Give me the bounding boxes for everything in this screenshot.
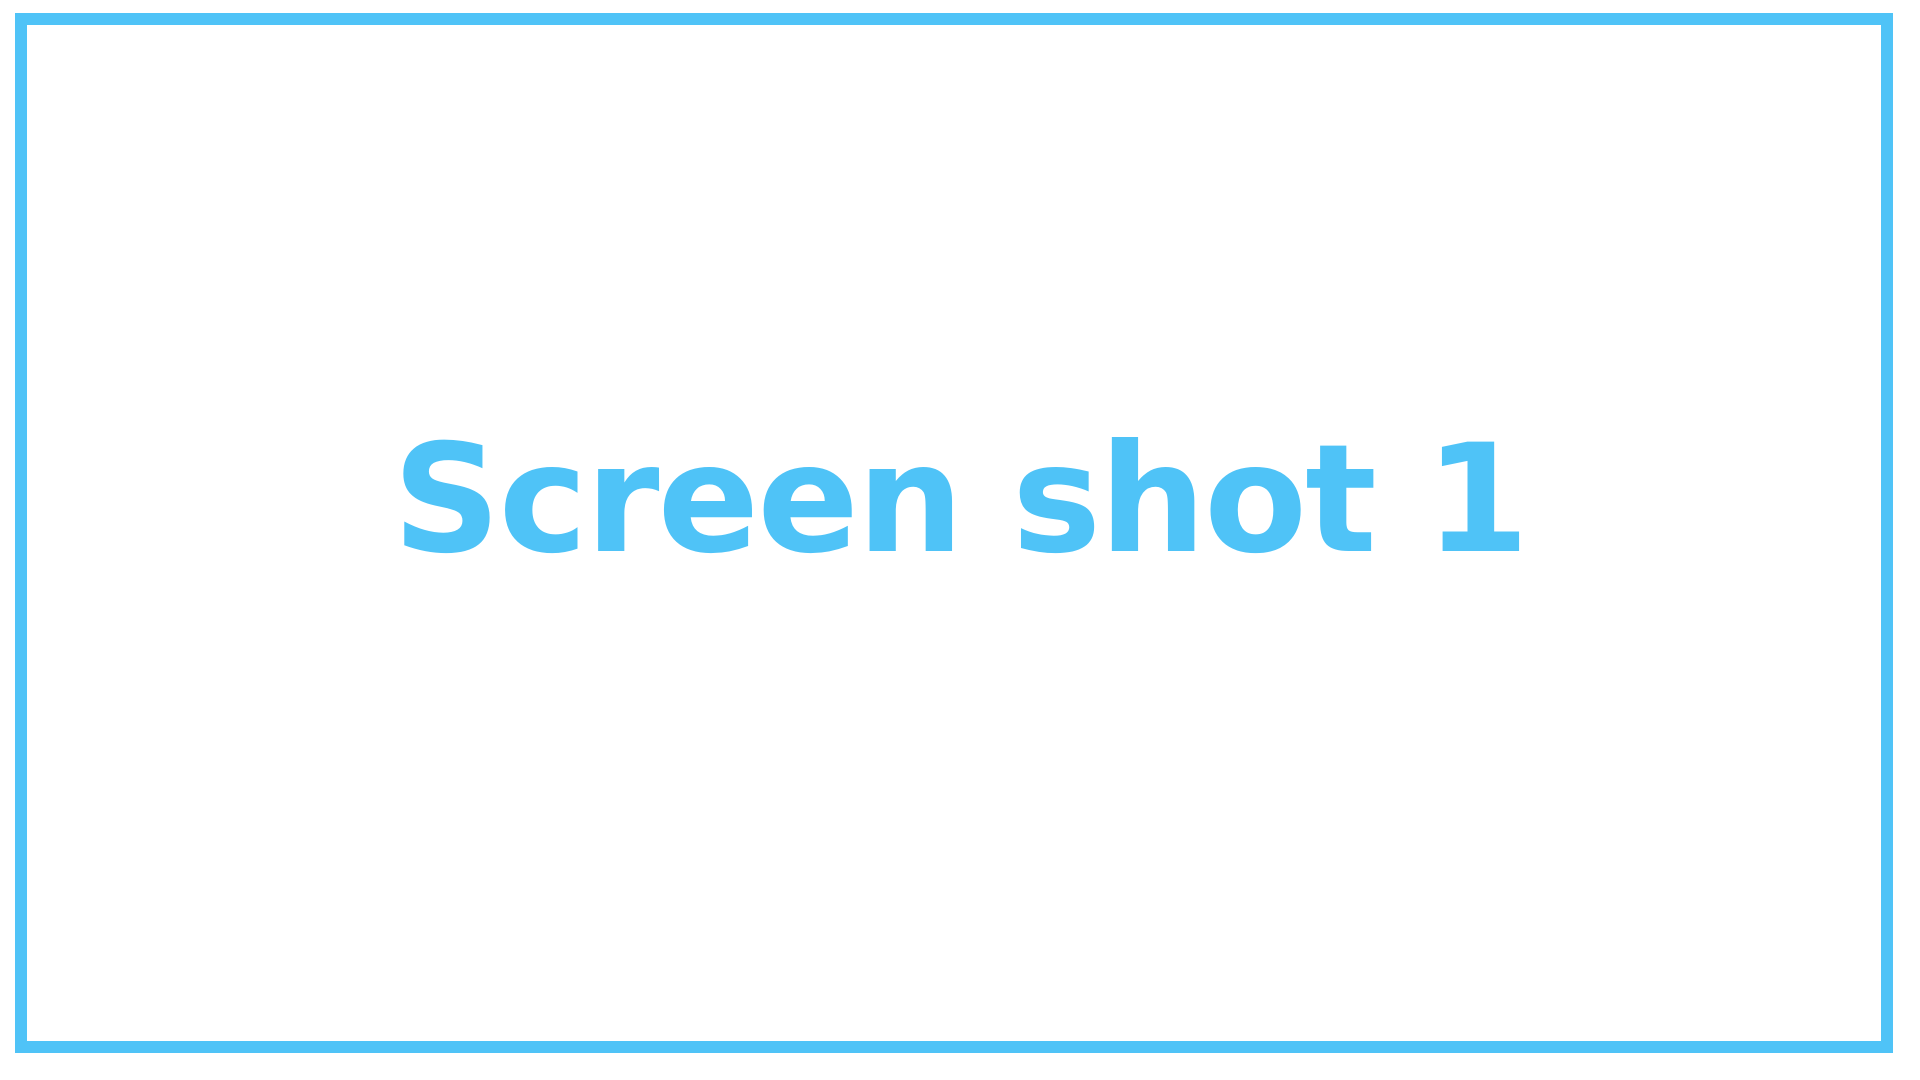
- placeholder-title: Screen shot 1: [392, 413, 1530, 587]
